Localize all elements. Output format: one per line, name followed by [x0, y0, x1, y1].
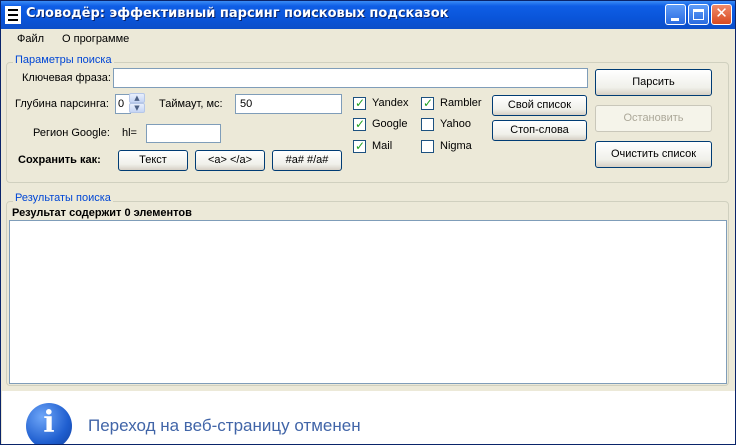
info-icon	[26, 403, 72, 444]
menu-about[interactable]: О программе	[62, 33, 129, 45]
checkbox-yahoo[interactable]	[421, 118, 434, 131]
save-html-button[interactable]: <a> </a>	[195, 150, 265, 171]
engine-label: Yahoo	[440, 118, 471, 130]
depth-spin-buttons: ▲ ▼	[129, 93, 147, 115]
region-label: Регион Google:	[33, 127, 110, 139]
clear-list-button[interactable]: Очистить список	[595, 141, 712, 168]
maximize-button[interactable]	[688, 4, 709, 25]
maximize-icon	[693, 9, 704, 20]
spin-up-button[interactable]: ▲	[129, 93, 145, 103]
window-title: Словодёр: эффективный парсинг поисковых …	[26, 6, 449, 21]
save-text-button[interactable]: Текст	[118, 150, 188, 171]
result-count: Результат содержит 0 элементов	[12, 207, 192, 219]
close-button[interactable]: ✕	[711, 4, 732, 25]
close-icon: ✕	[715, 4, 728, 22]
results-legend: Результаты поиска	[13, 192, 113, 204]
check-icon: ✓	[355, 139, 366, 153]
engine-label: Rambler	[440, 97, 482, 109]
status-message: Переход на веб-страницу отменен	[88, 416, 361, 435]
keyword-input[interactable]	[113, 68, 588, 88]
spin-down-button[interactable]: ▼	[129, 103, 145, 113]
timeout-input[interactable]	[235, 94, 342, 114]
title-bar[interactable]: Словодёр: эффективный парсинг поисковых …	[1, 1, 735, 29]
stop-button[interactable]: Остановить	[595, 105, 712, 132]
main-window: Словодёр: эффективный парсинг поисковых …	[0, 0, 736, 445]
save-as-label: Сохранить как:	[18, 154, 101, 166]
checkbox-mail[interactable]: ✓	[353, 139, 366, 153]
check-icon: ✓	[355, 96, 366, 110]
depth-spinner[interactable]: ▲ ▼	[115, 93, 149, 115]
results-list[interactable]	[9, 220, 727, 384]
stop-words-button[interactable]: Стоп-слова	[492, 120, 587, 141]
timeout-label: Таймаут, мс:	[159, 98, 223, 110]
minimize-icon	[671, 18, 679, 21]
check-icon: ✓	[423, 96, 434, 110]
engine-label: Mail	[372, 140, 393, 152]
save-hash-button[interactable]: #a# #/a#	[272, 150, 342, 171]
minimize-button[interactable]	[665, 4, 686, 25]
depth-label: Глубина парсинга:	[15, 98, 109, 110]
check-icon: ✓	[355, 117, 366, 131]
checkbox-google[interactable]: ✓	[353, 117, 366, 131]
hl-input[interactable]	[146, 124, 221, 143]
menu-file[interactable]: Файл	[17, 33, 44, 45]
own-list-button[interactable]: Свой список	[492, 95, 587, 116]
parse-button[interactable]: Парсить	[595, 69, 712, 96]
keyword-label: Ключевая фраза:	[22, 72, 111, 84]
checkbox-nigma[interactable]	[421, 140, 434, 153]
status-panel: Переход на веб-страницу отменен	[2, 391, 735, 444]
checkbox-yandex[interactable]: ✓	[353, 96, 366, 110]
engine-label: Google	[372, 118, 408, 130]
hl-label: hl=	[122, 127, 137, 139]
app-icon	[5, 6, 21, 24]
engine-label: Nigma	[440, 140, 472, 152]
engine-label: Yandex	[372, 97, 409, 109]
menu-bar: Файл О программе	[1, 30, 735, 50]
checkbox-rambler[interactable]: ✓	[421, 96, 434, 110]
search-params-legend: Параметры поиска	[13, 54, 114, 66]
